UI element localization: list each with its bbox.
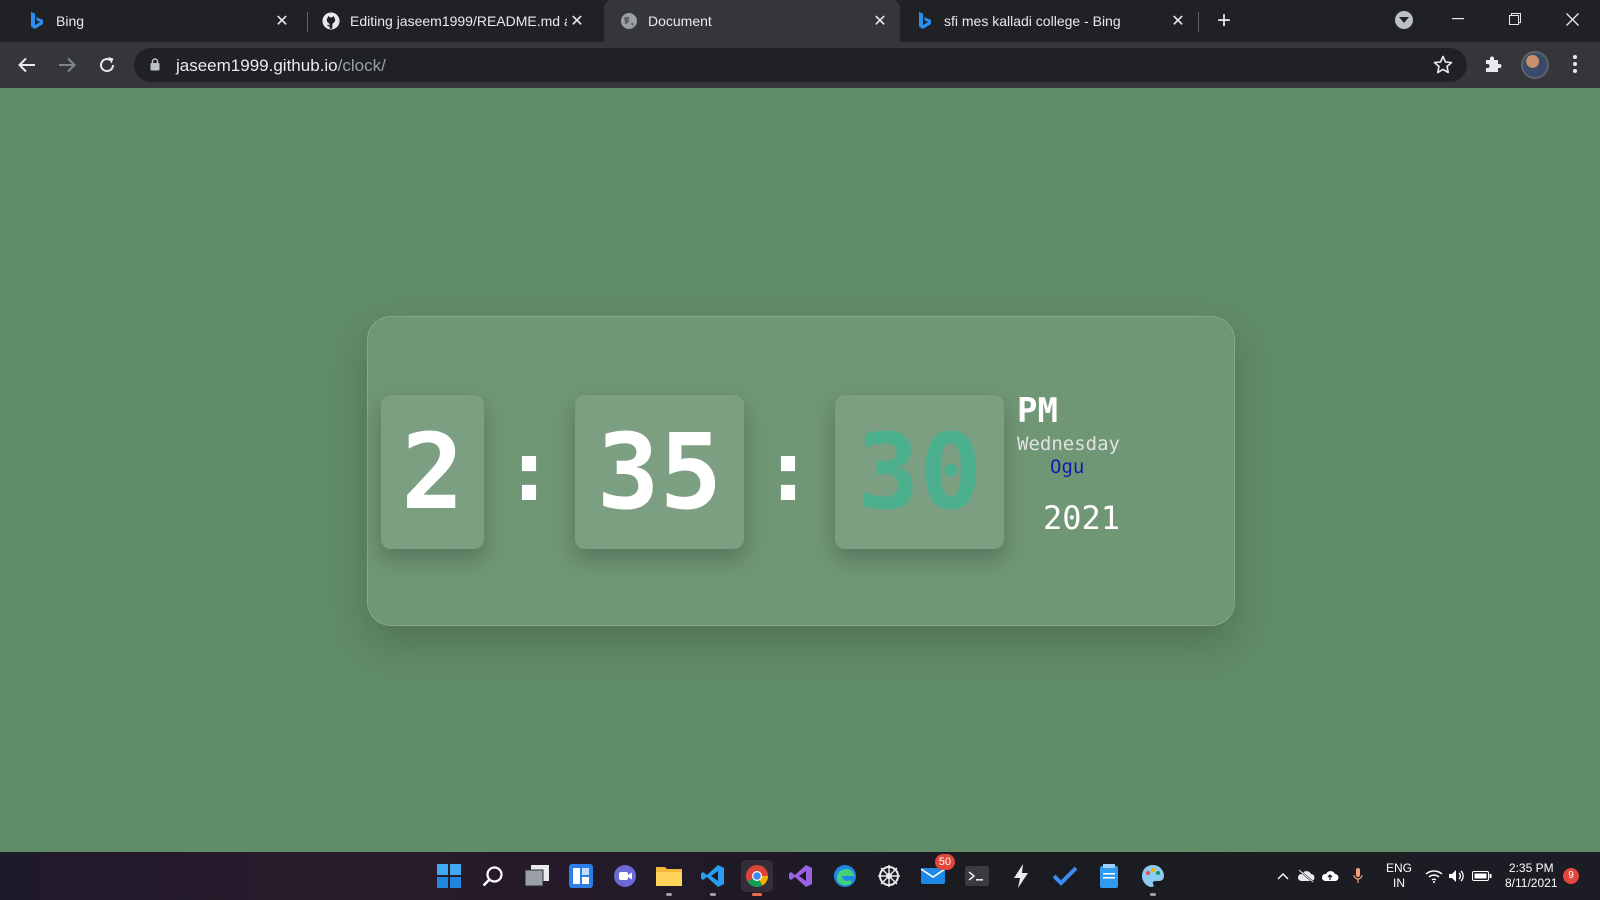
tab-title: Bing <box>56 13 85 29</box>
bookmark-star-icon[interactable] <box>1433 55 1453 80</box>
hours-box: 2 <box>381 395 484 549</box>
tab-divider <box>1198 12 1199 32</box>
microphone-icon[interactable] <box>1348 866 1368 886</box>
running-indicator <box>1150 893 1156 896</box>
onedrive-offline-icon[interactable] <box>1296 866 1316 886</box>
tab-title: Editing jaseem1999/README.md at <box>350 13 567 29</box>
tab-bing-search[interactable]: sfi mes kalladi college - Bing ✕ <box>900 0 1198 42</box>
system-clock[interactable]: 2:35 PM 8/11/2021 <box>1505 861 1558 891</box>
github-icon <box>322 12 340 30</box>
url-host: jaseem1999.github.io <box>176 56 338 75</box>
minutes-value: 35 <box>596 411 723 533</box>
address-bar[interactable]: jaseem1999.github.io/clock/ <box>134 48 1467 82</box>
widgets-icon[interactable] <box>565 860 597 892</box>
system-time: 2:35 PM <box>1508 861 1554 875</box>
profile-avatar[interactable] <box>1521 51 1549 79</box>
cloud-upload-icon[interactable] <box>1320 866 1340 886</box>
language-indicator[interactable]: ENG IN <box>1386 861 1412 891</box>
arrow-left-icon <box>18 57 35 73</box>
running-indicator <box>666 893 672 896</box>
reload-icon <box>100 57 115 73</box>
minimize-button[interactable] <box>1443 6 1473 32</box>
notepad-icon[interactable] <box>1093 860 1125 892</box>
tab-document[interactable]: Document ✕ <box>604 0 900 42</box>
wifi-icon[interactable] <box>1424 866 1444 886</box>
bing-icon <box>28 12 46 30</box>
close-tab-icon[interactable]: ✕ <box>567 11 587 31</box>
colon-separator: : <box>513 425 545 519</box>
chat-icon[interactable] <box>609 860 641 892</box>
tab-strip: Bing ✕ Editing jaseem1999/README.md at ✕… <box>0 0 1600 42</box>
close-tab-icon[interactable]: ✕ <box>870 11 890 31</box>
settings-icon[interactable] <box>873 860 905 892</box>
vscode-icon[interactable] <box>697 860 729 896</box>
chevron-down-icon <box>1399 17 1409 23</box>
edge-icon[interactable] <box>829 860 861 892</box>
extensions-puzzle-icon[interactable] <box>1483 54 1503 79</box>
globe-icon <box>620 12 638 30</box>
windows-taskbar: 50 ENG IN 2:35 PM 8/11/2021 9 <box>0 852 1600 900</box>
mail-badge: 50 <box>934 854 955 870</box>
ampm-label: PM <box>1017 391 1058 431</box>
search-icon[interactable] <box>477 860 509 892</box>
tab-github[interactable]: Editing jaseem1999/README.md at ✕ <box>302 0 597 42</box>
url-text[interactable]: jaseem1999.github.io/clock/ <box>176 56 386 76</box>
terminal-icon[interactable] <box>961 860 993 892</box>
tab-search-button[interactable] <box>1395 11 1413 29</box>
clock-page: 2 : 35 : 30 PM Wednesday Ogu 2021 <box>0 88 1600 852</box>
seconds-box: 30 <box>835 395 1004 549</box>
mail-icon[interactable]: 50 <box>917 854 955 892</box>
chevron-up-icon[interactable] <box>1273 866 1293 886</box>
volume-icon[interactable] <box>1447 866 1467 886</box>
start-icon[interactable] <box>433 860 465 892</box>
seconds-value: 30 <box>856 411 983 533</box>
region-code: IN <box>1393 876 1405 890</box>
reload-button[interactable] <box>93 51 121 79</box>
hours-value: 2 <box>401 411 464 533</box>
close-tab-icon[interactable]: ✕ <box>272 11 292 31</box>
paint-icon[interactable] <box>1137 860 1169 896</box>
language-code: ENG <box>1386 861 1413 875</box>
lightning-icon[interactable] <box>1005 860 1037 892</box>
visual-studio-icon[interactable] <box>785 860 817 892</box>
clock-card: 2 : 35 : 30 PM Wednesday Ogu 2021 <box>367 316 1235 626</box>
forward-button[interactable] <box>53 51 81 79</box>
running-indicator <box>710 893 716 896</box>
tab-bing[interactable]: Bing ✕ <box>0 0 302 42</box>
bing-icon <box>916 12 934 30</box>
running-indicator <box>752 893 762 896</box>
month-label: Ogu <box>1050 456 1085 478</box>
battery-icon[interactable] <box>1472 866 1492 886</box>
url-path: /clock/ <box>337 56 386 75</box>
system-date: 8/11/2021 <box>1505 876 1558 890</box>
todo-icon[interactable] <box>1049 860 1081 892</box>
back-button[interactable] <box>13 51 41 79</box>
browser-toolbar: jaseem1999.github.io/clock/ <box>0 42 1600 88</box>
restore-button[interactable] <box>1500 6 1530 32</box>
lock-icon <box>150 58 160 76</box>
colon-separator: : <box>772 425 804 519</box>
arrow-right-icon <box>59 57 76 73</box>
day-label: Wednesday <box>1017 433 1120 455</box>
chrome-icon[interactable] <box>741 860 773 896</box>
notification-badge[interactable]: 9 <box>1563 868 1579 884</box>
file-explorer-icon[interactable] <box>653 860 685 896</box>
browser-menu-button[interactable] <box>1565 52 1585 76</box>
minutes-box: 35 <box>575 395 744 549</box>
tab-title: Document <box>648 13 712 29</box>
close-tab-icon[interactable]: ✕ <box>1168 11 1188 31</box>
close-window-button[interactable] <box>1557 6 1587 32</box>
new-tab-button[interactable]: + <box>1213 9 1235 33</box>
year-label: 2021 <box>1043 499 1121 537</box>
task-view-icon[interactable] <box>521 860 553 892</box>
tab-title: sfi mes kalladi college - Bing <box>944 13 1121 29</box>
